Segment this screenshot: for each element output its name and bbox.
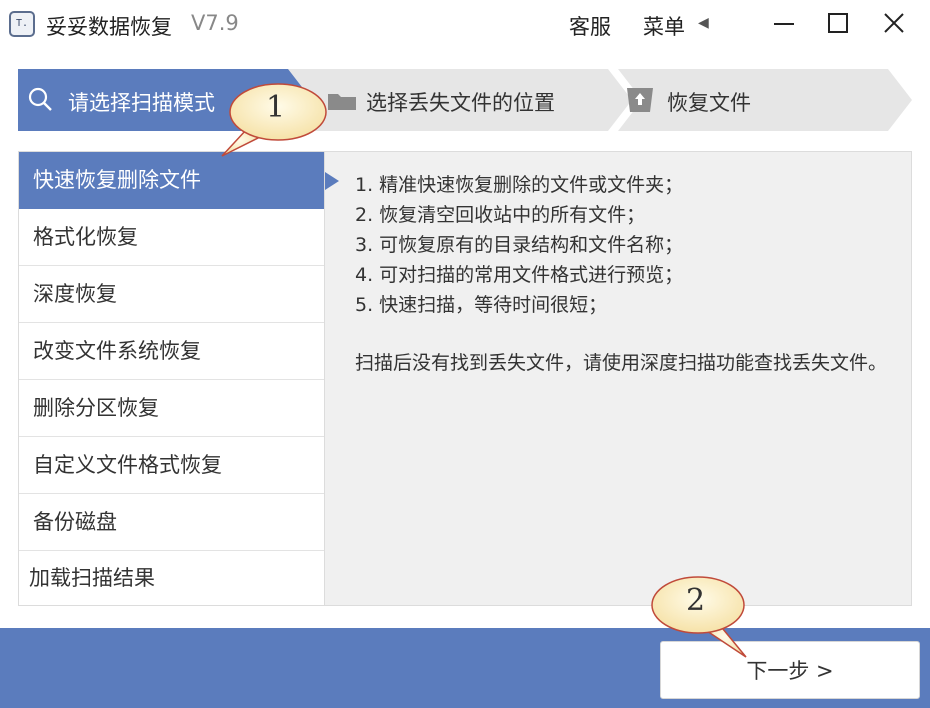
mode-deep-recovery[interactable]: 深度恢复 [19, 266, 324, 323]
annotation-callout-2: 2 [648, 573, 758, 667]
mode-custom-format-recovery[interactable]: 自定义文件格式恢复 [19, 437, 324, 494]
mode-filesystem-change-recovery[interactable]: 改变文件系统恢复 [19, 323, 324, 380]
recovery-mode-list: 快速恢复删除文件 格式化恢复 深度恢复 改变文件系统恢复 删除分区恢复 自定义文… [18, 151, 325, 606]
maximize-button[interactable] [820, 8, 856, 40]
description-line: 3. 可恢复原有的目录结构和文件名称； [355, 234, 684, 256]
maximize-icon [828, 13, 848, 33]
mode-format-recovery[interactable]: 格式化恢复 [19, 209, 324, 266]
step-select-mode: 请选择扫描模式 [68, 91, 215, 115]
app-title: 妥妥数据恢复 [46, 15, 172, 39]
annotation-number-1: 1 [266, 90, 286, 125]
mode-backup-disk[interactable]: 备份磁盘 [19, 494, 324, 551]
mode-load-scan-result[interactable]: 加载扫描结果 [19, 551, 324, 608]
description-line: 4. 可对扫描的常用文件格式进行预览； [355, 264, 684, 286]
annotation-number-2: 2 [686, 583, 706, 618]
description-line: 2. 恢复清空回收站中的所有文件； [355, 204, 646, 226]
app-version: V7.9 [191, 11, 239, 35]
description-note: 扫描后没有找到丢失文件，请使用深度扫描功能查找丢失文件。 [355, 352, 888, 374]
description-line: 1. 精准快速恢复删除的文件或文件夹； [355, 174, 684, 196]
customer-service-button[interactable]: 客服 [569, 11, 611, 41]
step-select-location: 选择丢失文件的位置 [366, 91, 555, 115]
annotation-callout-1: 1 [218, 80, 333, 166]
title-bar: T. 妥妥数据恢复 V7.9 客服 菜单 ◀ [0, 0, 930, 48]
minimize-icon [774, 23, 794, 25]
app-logo-icon: T. [9, 11, 35, 37]
close-icon [884, 13, 904, 33]
description-line: 5. 快速扫描，等待时间很短； [355, 294, 608, 316]
minimize-button[interactable] [766, 8, 802, 40]
selection-pointer-icon [325, 172, 341, 194]
close-button[interactable] [876, 8, 912, 40]
menu-button[interactable]: 菜单 [643, 11, 685, 41]
mode-deleted-partition-recovery[interactable]: 删除分区恢复 [19, 380, 324, 437]
step-recover-files: 恢复文件 [667, 91, 751, 115]
mode-description-panel: 1. 精准快速恢复删除的文件或文件夹； 2. 恢复清空回收站中的所有文件； 3.… [325, 151, 912, 606]
step-bar: 请选择扫描模式 选择丢失文件的位置 恢复文件 [18, 69, 912, 131]
menu-arrow-icon[interactable]: ◀ [698, 15, 709, 31]
